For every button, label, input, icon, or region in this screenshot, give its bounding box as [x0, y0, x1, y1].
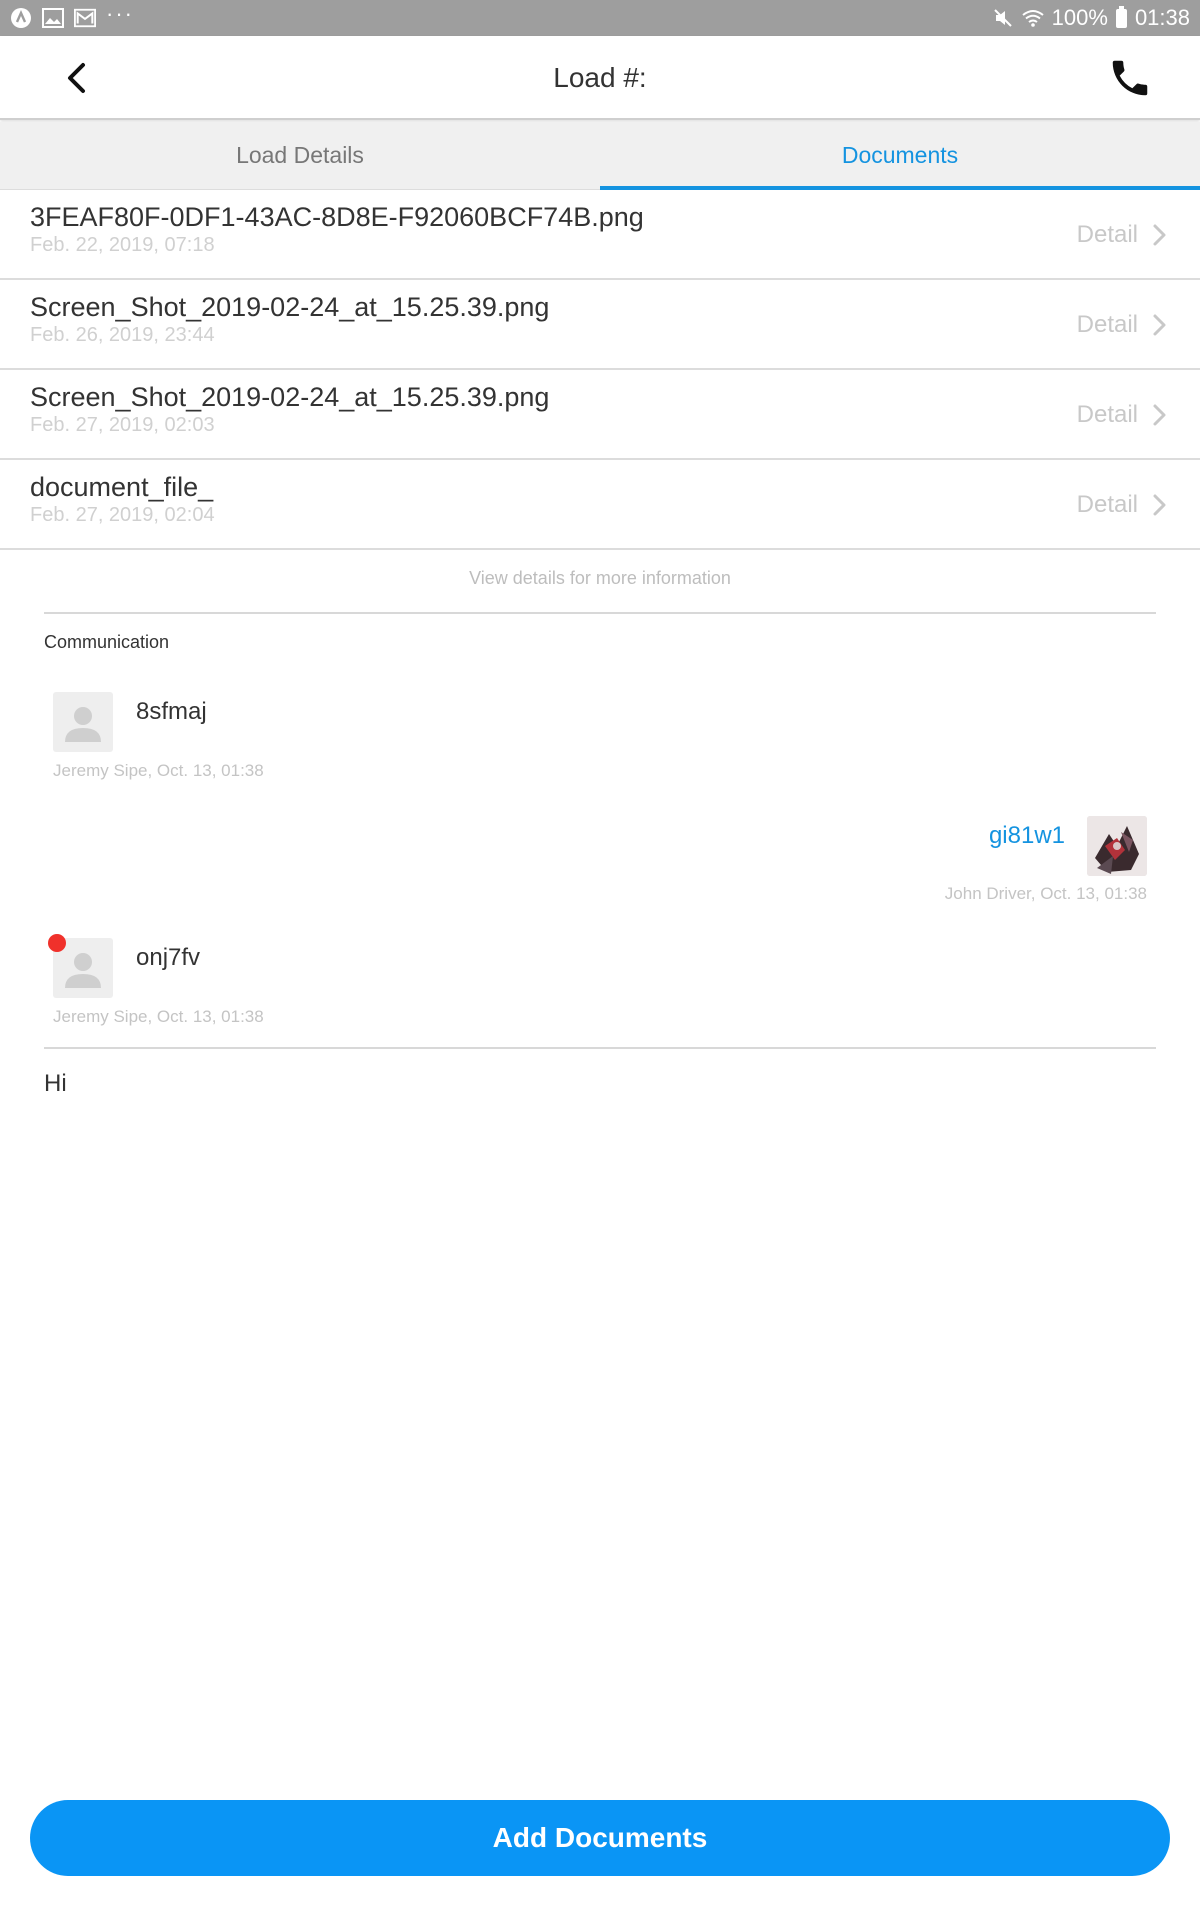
document-row[interactable]: Screen_Shot_2019-02-24_at_15.25.39.png F… — [0, 370, 1200, 460]
document-row[interactable]: document_file_ Feb. 27, 2019, 02:04 Deta… — [0, 460, 1200, 550]
document-date: Feb. 27, 2019, 02:04 — [30, 504, 215, 526]
page-title: Load #: — [553, 62, 647, 93]
chevron-right-icon — [1153, 404, 1166, 426]
detail-label: Detail — [1076, 491, 1138, 518]
document-detail-link[interactable]: Detail — [1077, 280, 1168, 370]
document-detail-link[interactable]: Detail — [1077, 460, 1168, 550]
user-icon — [65, 707, 101, 742]
document-name: 3FEAF80F-0DF1-43AC-8D8E-F92060BCF74B.png — [30, 202, 644, 232]
message-meta: John Driver, Oct. 13, 01:38 — [944, 884, 1147, 903]
detail-label: Detail — [1076, 401, 1138, 428]
status-left-icons: ··· — [10, 3, 134, 29]
message-text: onj7fv — [136, 944, 201, 971]
document-detail-link[interactable]: Detail — [1077, 190, 1168, 280]
tab-load-details[interactable]: Load Details — [0, 122, 600, 189]
avatar-placeholder — [53, 692, 113, 752]
status-bar: ··· 100% 01:38 — [0, 0, 1200, 36]
message-meta: Jeremy Sipe, Oct. 13, 01:38 — [53, 761, 264, 780]
chevron-right-icon — [1153, 494, 1166, 516]
document-row[interactable]: 3FEAF80F-0DF1-43AC-8D8E-F92060BCF74B.png… — [0, 190, 1200, 280]
document-name: document_file_ — [30, 472, 214, 502]
phone-icon — [1112, 60, 1148, 96]
mail-icon — [74, 7, 96, 29]
wifi-icon — [1022, 7, 1044, 29]
tab-documents[interactable]: Documents — [600, 122, 1200, 190]
divider — [44, 1047, 1156, 1049]
chevron-right-icon — [1153, 224, 1166, 246]
chevron-left-icon — [68, 63, 85, 93]
message-text: 8sfmaj — [136, 698, 207, 725]
detail-label: Detail — [1076, 311, 1138, 338]
document-name: Screen_Shot_2019-02-24_at_15.25.39.png — [30, 292, 550, 322]
status-right: 100% 01:38 — [992, 5, 1190, 31]
battery-icon — [1115, 5, 1127, 28]
mute-icon — [992, 7, 1014, 29]
avatar-photo — [1087, 816, 1147, 876]
app-icon — [10, 7, 32, 29]
document-detail-link[interactable]: Detail — [1077, 370, 1168, 460]
info-hint: View details for more information — [469, 568, 731, 588]
document-date: Feb. 22, 2019, 07:18 — [30, 234, 215, 256]
detail-label: Detail — [1076, 221, 1138, 248]
document-date: Feb. 26, 2019, 23:44 — [30, 324, 215, 346]
back-button[interactable] — [52, 54, 100, 102]
message-meta: Jeremy Sipe, Oct. 13, 01:38 — [53, 1007, 264, 1026]
document-name: Screen_Shot_2019-02-24_at_15.25.39.png — [30, 382, 550, 412]
add-documents-button[interactable]: Add Documents — [30, 1800, 1170, 1876]
document-list: 3FEAF80F-0DF1-43AC-8D8E-F92060BCF74B.png… — [0, 190, 1200, 550]
tab-bar: Load Details Documents — [0, 122, 1200, 190]
unread-indicator — [48, 934, 66, 952]
chevron-right-icon — [1153, 314, 1166, 336]
gallery-icon — [42, 7, 64, 29]
more-dots-icon: ··· — [106, 1, 134, 26]
message-input[interactable]: Hi — [44, 1070, 67, 1098]
document-date: Feb. 27, 2019, 02:03 — [30, 414, 215, 436]
battery-percent: 100% — [1051, 5, 1108, 30]
user-photo-icon — [1087, 816, 1147, 876]
clock: 01:38 — [1134, 5, 1190, 30]
app-header: Load #: — [0, 36, 1200, 120]
document-row[interactable]: Screen_Shot_2019-02-24_at_15.25.39.png F… — [0, 280, 1200, 370]
message-text: gi81w1 — [988, 822, 1065, 849]
divider — [44, 612, 1156, 614]
communication-title: Communication — [44, 632, 170, 652]
call-button[interactable] — [1102, 50, 1158, 106]
